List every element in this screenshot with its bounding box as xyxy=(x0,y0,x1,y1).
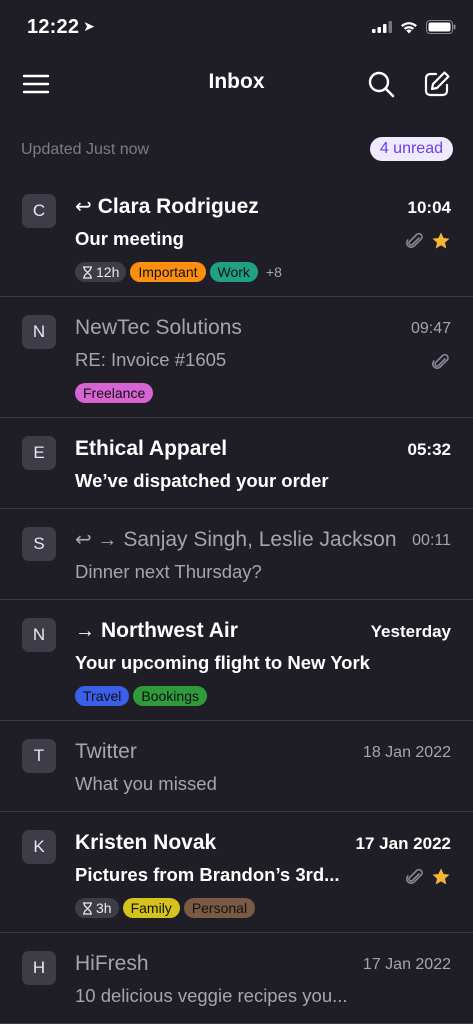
message-row[interactable]: C ↩ Clara Rodriguez 10:04 Our meeting 12… xyxy=(0,176,473,297)
tag-list: Freelance xyxy=(75,383,154,403)
snooze-timer-text: 3h xyxy=(96,900,112,916)
attachment-icon xyxy=(405,232,423,249)
sender-name: Northwest Air xyxy=(101,619,238,642)
tag-important: Important xyxy=(130,262,206,282)
status-icons xyxy=(372,20,456,34)
replied-forwarded-icon: ↩ → xyxy=(75,529,118,551)
message-subject: Our meeting xyxy=(75,228,184,249)
message-row[interactable]: T Twitter 18 Jan 2022 What you missed xyxy=(0,721,473,812)
sender-name: Twitter xyxy=(75,740,137,763)
message-time: 10:04 xyxy=(407,198,451,217)
battery-icon xyxy=(426,20,456,34)
more-tags-count: +8 xyxy=(265,264,282,280)
message-row[interactable]: N NewTec Solutions 09:47 RE: Invoice #16… xyxy=(0,297,473,418)
unread-count-badge[interactable]: 4 unread xyxy=(369,137,453,161)
search-icon xyxy=(368,71,395,98)
avatar: H xyxy=(22,951,56,985)
message-time: 05:32 xyxy=(407,440,451,459)
star-icon[interactable] xyxy=(431,231,451,251)
replied-icon: ↩ xyxy=(75,196,92,218)
message-subject: Pictures from Brandon’s 3rd... xyxy=(75,864,340,885)
message-sender: ↩ → Sanjay Singh, Leslie Jackson xyxy=(75,527,397,553)
wifi-icon xyxy=(401,21,417,33)
cellular-signal-icon xyxy=(372,21,392,33)
message-list: C ↩ Clara Rodriguez 10:04 Our meeting 12… xyxy=(0,176,473,1024)
message-indicators xyxy=(431,352,451,372)
avatar: N xyxy=(22,618,56,652)
tag-travel: Travel xyxy=(75,686,130,706)
message-row[interactable]: E Ethical Apparel 05:32 We’ve dispatched… xyxy=(0,418,473,509)
message-subject: RE: Invoice #1605 xyxy=(75,349,227,370)
avatar: K xyxy=(22,830,56,864)
tag-work: Work xyxy=(209,262,258,282)
message-time: 17 Jan 2022 xyxy=(362,956,451,973)
avatar: E xyxy=(22,436,56,470)
tag-list: Travel Bookings xyxy=(75,686,207,706)
avatar: N xyxy=(22,315,56,349)
hourglass-icon xyxy=(83,901,92,915)
message-row[interactable]: K Kristen Novak 17 Jan 2022 Pictures fro… xyxy=(0,812,473,933)
forwarded-icon: → xyxy=(75,620,95,642)
message-sender: ↩ Clara Rodriguez xyxy=(75,194,259,220)
hourglass-icon xyxy=(83,265,92,279)
message-time: Yesterday xyxy=(370,622,451,641)
message-indicators xyxy=(405,231,451,251)
snooze-timer-badge: 3h xyxy=(75,898,119,918)
avatar: C xyxy=(22,194,56,228)
snooze-timer-badge: 12h xyxy=(75,262,127,282)
tag-freelance: Freelance xyxy=(75,383,154,403)
tag-list: 12h Important Work +8 xyxy=(75,262,282,282)
tag-bookings: Bookings xyxy=(133,686,207,706)
compose-icon xyxy=(424,71,450,97)
message-sender: NewTec Solutions xyxy=(75,315,242,341)
message-row[interactable]: S ↩ → Sanjay Singh, Leslie Jackson 00:11… xyxy=(0,509,473,600)
sender-name: Kristen Novak xyxy=(75,831,217,854)
status-time: 12:22 ➤ xyxy=(27,16,95,39)
message-time: 09:47 xyxy=(410,320,451,337)
status-bar: 12:22 ➤ xyxy=(0,0,473,56)
message-subject: What you missed xyxy=(75,773,217,794)
tag-personal: Personal xyxy=(183,898,256,918)
attachment-icon xyxy=(405,868,423,885)
message-subject: We’ve dispatched your order xyxy=(75,470,329,491)
avatar: S xyxy=(22,527,56,561)
location-arrow-icon: ➤ xyxy=(83,18,96,34)
page-title: Inbox xyxy=(208,70,265,93)
message-time: 17 Jan 2022 xyxy=(355,834,451,853)
message-subject: 10 delicious veggie recipes you... xyxy=(75,985,348,1006)
nav-bar: Inbox xyxy=(0,56,473,112)
message-sender: Kristen Novak xyxy=(75,830,216,856)
snooze-timer-text: 12h xyxy=(96,264,120,280)
message-subject: Dinner next Thursday? xyxy=(75,561,262,582)
inbox-status-row: Updated Just now 4 unread xyxy=(0,134,473,166)
status-time-text: 12:22 xyxy=(27,16,80,38)
message-time: 00:11 xyxy=(412,532,451,549)
message-sender: → Northwest Air xyxy=(75,618,238,644)
tag-family: Family xyxy=(122,898,180,918)
message-row[interactable]: N → Northwest Air Yesterday Your upcomin… xyxy=(0,600,473,721)
sender-name: NewTec Solutions xyxy=(75,316,242,339)
attachment-icon xyxy=(431,353,449,370)
sender-name: Ethical Apparel xyxy=(75,437,228,460)
message-time: 18 Jan 2022 xyxy=(362,744,451,761)
tag-list: 3h Family Personal xyxy=(75,898,256,918)
search-button[interactable] xyxy=(366,69,396,99)
compose-button[interactable] xyxy=(422,69,452,99)
star-icon[interactable] xyxy=(431,867,451,887)
message-subject: Your upcoming flight to New York xyxy=(75,652,370,673)
sender-name: Clara Rodriguez xyxy=(97,195,259,218)
last-updated-label: Updated Just now xyxy=(21,141,150,158)
message-sender: Twitter xyxy=(75,739,137,765)
sender-name: HiFresh xyxy=(75,952,149,975)
message-sender: HiFresh xyxy=(75,951,149,977)
message-row[interactable]: H HiFresh 17 Jan 2022 10 delicious veggi… xyxy=(0,933,473,1024)
message-sender: Ethical Apparel xyxy=(75,436,227,462)
avatar: T xyxy=(22,739,56,773)
message-indicators xyxy=(405,867,451,887)
sender-name: Sanjay Singh, Leslie Jackson xyxy=(123,528,397,551)
